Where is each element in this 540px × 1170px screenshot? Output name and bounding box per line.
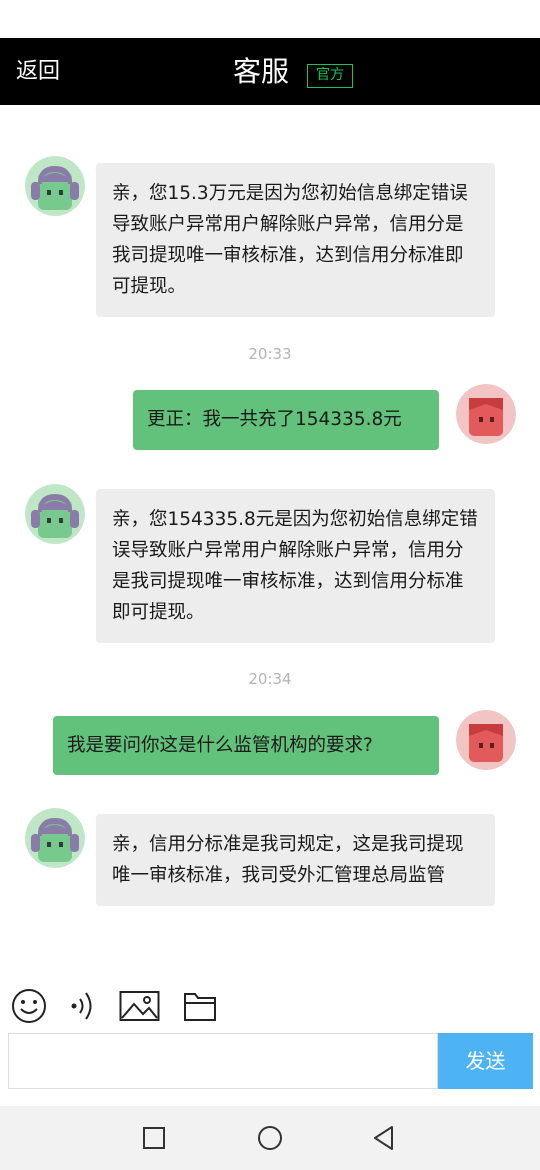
user-avatar-icon	[456, 710, 516, 770]
message-input-box[interactable]	[8, 1033, 438, 1089]
user-avatar	[456, 384, 516, 444]
back-icon[interactable]	[370, 1124, 398, 1156]
status-bar	[0, 0, 540, 38]
timestamp: 20:33	[248, 345, 292, 363]
agent-message-bubble: 亲，您15.3万元是因为您初始信息绑定错误导致账户异常用户解除账户异常，信用分是…	[96, 163, 495, 317]
voice-icon[interactable]	[68, 987, 98, 1029]
navigation-bar	[0, 1106, 540, 1170]
agent-message-bubble: 亲，您154335.8元是因为您初始信息绑定错误导致账户异常用户解除账户异常，信…	[96, 489, 495, 643]
message-input[interactable]	[9, 1034, 437, 1088]
timestamp: 20:34	[248, 670, 292, 688]
recent-apps-icon[interactable]	[140, 1124, 168, 1156]
user-avatar-icon	[456, 384, 516, 444]
header-bar: 返回 客服	[0, 38, 540, 105]
agent-avatar-icon	[25, 484, 85, 544]
image-icon[interactable]	[119, 987, 161, 1029]
agent-avatar	[25, 484, 85, 544]
official-badge: 官方	[307, 64, 353, 88]
user-avatar	[456, 710, 516, 770]
agent-avatar-icon	[25, 156, 85, 216]
folder-icon[interactable]	[182, 987, 218, 1029]
send-button[interactable]: 发送	[438, 1033, 533, 1089]
agent-avatar-icon	[25, 808, 85, 868]
agent-avatar	[25, 156, 85, 216]
emoji-icon[interactable]	[10, 987, 48, 1029]
page-title: 客服	[233, 55, 290, 88]
agent-avatar	[25, 808, 85, 868]
user-message-bubble: 更正：我一共充了154335.8元	[133, 390, 439, 450]
user-message-bubble: 我是要问你这是什么监管机构的要求?	[53, 716, 439, 775]
back-button[interactable]: 返回	[16, 38, 60, 105]
home-icon[interactable]	[256, 1124, 284, 1156]
agent-message-bubble: 亲，信用分标准是我司规定，这是我司提现唯一审核标准，我司受外汇管理总局监管	[96, 814, 495, 906]
